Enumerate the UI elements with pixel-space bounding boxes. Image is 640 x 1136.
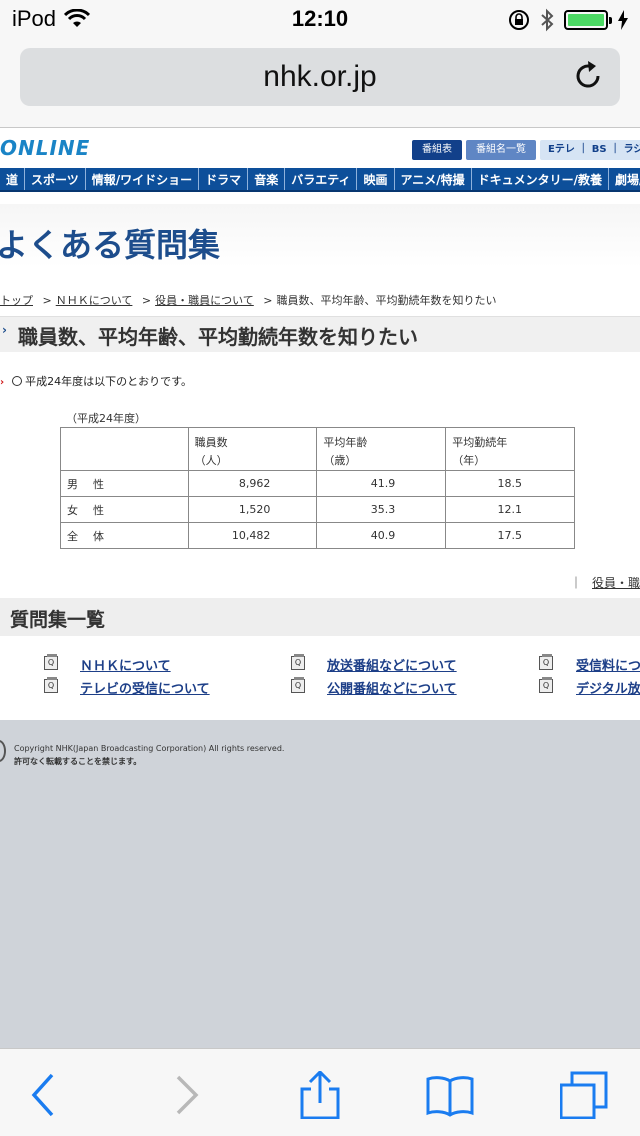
breadcrumb-top[interactable]: トップ bbox=[0, 294, 33, 307]
program-list-button[interactable]: 番組名一覧 bbox=[466, 140, 536, 160]
table-row: 全 体 10,482 40.9 17.5 bbox=[60, 522, 575, 549]
breadcrumb-staff[interactable]: 役員・職員について bbox=[155, 294, 254, 307]
breadcrumb: トップ > ＮＨＫについて > 役員・職員について > 職員数、平均年齢、平均勤続年数… bbox=[0, 294, 497, 307]
copyright-text: Copyright NHK(Japan Broadcasting Corpora… bbox=[14, 744, 285, 753]
screen: iPod 12:10 nhk.or.jp ONLINE 番組表 番組名一覧 Eテ… bbox=[0, 0, 640, 1136]
url-text: nhk.or.jp bbox=[263, 60, 377, 93]
row-label: 男 性 bbox=[60, 470, 189, 497]
cell-avg-age: 40.9 bbox=[316, 522, 447, 549]
header-avg-years: 平均勤続年 （年） bbox=[445, 427, 575, 471]
forward-icon[interactable] bbox=[164, 1071, 212, 1119]
link-programs[interactable]: 放送番組などについて bbox=[327, 655, 457, 674]
nav-item[interactable]: バラエティ bbox=[285, 168, 358, 190]
table-row: 女 性 1,520 35.3 12.1 bbox=[60, 496, 575, 523]
browser-toolbar bbox=[0, 1048, 640, 1136]
cell-avg-age: 41.9 bbox=[316, 470, 447, 497]
cell-staff-count: 8,962 bbox=[187, 470, 318, 497]
table-row: 男 性 8,962 41.9 18.5 bbox=[60, 470, 575, 497]
nav-item[interactable]: 情報/ワイドショー bbox=[86, 168, 200, 190]
staff-stats-table: 職員数 （人） 平均年齢 （歳） 平均勤続年 （年） 男 性 8,962 41.9 1… bbox=[60, 427, 575, 549]
reload-icon[interactable] bbox=[572, 60, 604, 92]
link-digital-broadcast[interactable]: デジタル放 bbox=[576, 678, 640, 697]
answer-intro: › 平成24年度は以下のとおりです。 bbox=[0, 373, 192, 389]
header-avg-age: 平均年齢 （歳） bbox=[316, 427, 447, 471]
address-bar[interactable]: nhk.or.jp bbox=[20, 48, 620, 106]
share-icon[interactable] bbox=[296, 1071, 344, 1119]
link-public-programs[interactable]: 公開番組などについて bbox=[327, 678, 457, 697]
question-list-title: 質問集一覧 bbox=[10, 609, 106, 631]
header-buttons: 番組表 番組名一覧 Eテレ ｜ BS ｜ ラジオ第 bbox=[412, 140, 640, 160]
status-right bbox=[508, 8, 628, 32]
question-links: Q ＮＨＫについて Q 放送番組などについて Q 受信料につ Q テレビの受信に… bbox=[0, 654, 640, 700]
faq-icon: Q bbox=[44, 654, 58, 670]
breadcrumb-about-nhk[interactable]: ＮＨＫについて bbox=[56, 294, 133, 307]
back-icon[interactable] bbox=[20, 1071, 68, 1119]
header-staff-count: 職員数 （人） bbox=[187, 427, 318, 471]
breadcrumb-current: 職員数、平均年齢、平均勤続年数を知りたい bbox=[276, 294, 497, 307]
status-bar: iPod 12:10 bbox=[0, 0, 640, 40]
cell-avg-years: 12.1 bbox=[445, 496, 575, 523]
question-list-heading: 質問集一覧 bbox=[0, 598, 640, 636]
charging-icon bbox=[618, 10, 628, 30]
cell-avg-years: 17.5 bbox=[445, 522, 575, 549]
faq-icon: Q bbox=[291, 677, 305, 693]
site-header: ONLINE 番組表 番組名一覧 Eテレ ｜ BS ｜ ラジオ第 bbox=[0, 128, 640, 168]
tabs-icon[interactable] bbox=[560, 1071, 608, 1119]
cell-staff-count: 1,520 bbox=[187, 496, 318, 523]
site-logo[interactable]: ONLINE bbox=[0, 136, 90, 160]
page-footer: Copyright NHK(Japan Broadcasting Corpora… bbox=[0, 720, 640, 1048]
address-bar-area: nhk.or.jp bbox=[0, 40, 640, 128]
nhk-mark-icon bbox=[0, 740, 6, 762]
program-schedule-button[interactable]: 番組表 bbox=[412, 140, 462, 160]
row-label: 全 体 bbox=[60, 522, 189, 549]
web-page: ONLINE 番組表 番組名一覧 Eテレ ｜ BS ｜ ラジオ第 道 スポーツ … bbox=[0, 128, 640, 1048]
link-tv-reception[interactable]: テレビの受信について bbox=[80, 678, 210, 697]
link-reception-fee[interactable]: 受信料につ bbox=[576, 655, 640, 674]
nav-item[interactable]: ドキュメンタリー/教養 bbox=[472, 168, 610, 190]
faq-icon: Q bbox=[539, 677, 553, 693]
nav-item[interactable]: 道 bbox=[0, 168, 26, 190]
answer-text: 平成24年度は以下のとおりです。 bbox=[25, 375, 193, 388]
table-corner bbox=[60, 427, 189, 471]
faq-icon: Q bbox=[291, 654, 305, 670]
circle-icon bbox=[12, 376, 23, 386]
page-title-bar: よくある質問集 bbox=[0, 204, 640, 268]
nav-item[interactable]: ドラマ bbox=[199, 168, 249, 190]
cell-avg-years: 18.5 bbox=[445, 470, 575, 497]
back-link-area: ｜役員・職員 bbox=[570, 574, 640, 591]
cell-avg-age: 35.3 bbox=[316, 496, 447, 523]
table-header-row: 職員数 （人） 平均年齢 （歳） 平均勤続年 （年） bbox=[60, 427, 575, 471]
row-label: 女 性 bbox=[60, 496, 189, 523]
reprint-notice: 許可なく転載することを禁じます。 bbox=[14, 757, 142, 766]
question-heading: › 職員数、平均年齢、平均勤続年数を知りたい bbox=[0, 316, 640, 352]
faq-icon: Q bbox=[539, 654, 553, 670]
link-about-nhk[interactable]: ＮＨＫについて bbox=[80, 655, 171, 674]
bookmarks-icon[interactable] bbox=[426, 1071, 474, 1119]
bluetooth-icon bbox=[541, 8, 554, 32]
page-title: よくある質問集 bbox=[0, 226, 221, 264]
nav-item[interactable]: 劇場/公 bbox=[609, 168, 640, 190]
nav-item[interactable]: 音楽 bbox=[248, 168, 286, 190]
table-note: （平成24年度） bbox=[66, 412, 146, 425]
question-text: 職員数、平均年齢、平均勤続年数を知りたい bbox=[18, 325, 418, 349]
nav-item[interactable]: アニメ/特撮 bbox=[395, 168, 472, 190]
battery-icon bbox=[564, 10, 612, 30]
faq-icon: Q bbox=[44, 677, 58, 693]
channel-links[interactable]: Eテレ ｜ BS ｜ ラジオ第 bbox=[540, 140, 640, 160]
cell-staff-count: 10,482 bbox=[187, 522, 318, 549]
back-to-staff-link[interactable]: 役員・職員 bbox=[592, 576, 640, 590]
question-marker: › bbox=[2, 323, 7, 337]
nav-item[interactable]: 映画 bbox=[357, 168, 395, 190]
answer-marker: › bbox=[0, 377, 5, 388]
nav-item[interactable]: スポーツ bbox=[25, 168, 86, 190]
genre-nav: 道 スポーツ 情報/ワイドショー ドラマ 音楽 バラエティ 映画 アニメ/特撮 … bbox=[0, 168, 640, 192]
orientation-lock-icon bbox=[509, 10, 529, 30]
